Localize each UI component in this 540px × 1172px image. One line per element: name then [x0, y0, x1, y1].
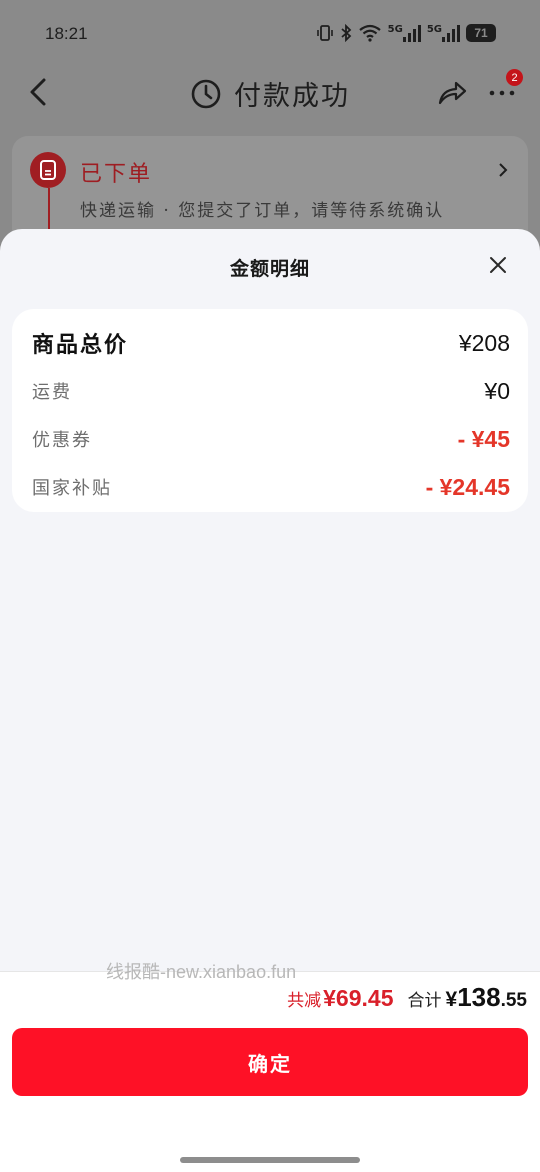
shipping-label: 运费 — [32, 382, 72, 403]
total-integer: 138 — [457, 982, 501, 1012]
notification-badge: 2 — [506, 69, 523, 86]
nav-bar: 付款成功 2 — [0, 66, 540, 120]
coupon-label: 优惠券 — [32, 430, 92, 451]
order-doc-icon — [30, 152, 66, 188]
total-decimal: .55 — [500, 990, 527, 1011]
share-icon[interactable] — [436, 78, 468, 106]
goods-total-label: 商品总价 — [32, 332, 129, 358]
confirm-button[interactable]: 确定 — [12, 1028, 528, 1096]
clock-icon — [191, 79, 221, 108]
total-label: 合计 — [407, 991, 442, 1011]
goods-total-value: ¥208 — [458, 329, 510, 356]
order-status-title: 已下单 — [80, 162, 153, 187]
status-icons: 5G 5G 71 — [316, 24, 496, 42]
subsidy-label: 国家补贴 — [32, 478, 112, 499]
home-indicator[interactable] — [180, 1157, 360, 1163]
amount-detail-card: 商品总价 ¥208 运费 ¥0 优惠券 - ¥45 国家补贴 - ¥24.45 — [12, 309, 528, 512]
subsidy-value: - ¥24.45 — [425, 473, 510, 500]
total-currency: ¥ — [445, 988, 458, 1011]
background-page: 18:21 5G 5G 71 付款成功 2 已下单 快递运输 · 您提交了订单，… — [0, 0, 540, 260]
bluetooth-icon — [341, 24, 351, 42]
page-title-group: 付款成功 — [190, 74, 350, 113]
price-summary: 共减 ¥69.45 合计 ¥ 138 .55 — [287, 982, 527, 1013]
chevron-right-icon — [499, 163, 508, 177]
status-bar: 18:21 5G 5G 71 — [0, 0, 540, 66]
checkout-footer: 线报酷-new.xianbao.fun 共减 ¥69.45 合计 ¥ 138 .… — [0, 962, 540, 1172]
close-icon[interactable] — [488, 255, 508, 275]
back-arrow-icon[interactable] — [26, 74, 50, 110]
discount-value: ¥69.45 — [323, 985, 394, 1011]
page-title: 付款成功 — [234, 81, 350, 112]
watermark-text: 线报酷-new.xianbao.fun — [106, 962, 297, 982]
signal-icon: 5G — [388, 24, 421, 42]
row-coupon: 优惠券 - ¥45 — [32, 419, 510, 459]
coupon-value: - ¥45 — [457, 425, 510, 452]
row-goods-total: 商品总价 ¥208 — [32, 323, 510, 363]
signal-icon-2: 5G — [427, 24, 460, 42]
sheet-title: 金额明细 — [229, 258, 310, 280]
row-subsidy: 国家补贴 - ¥24.45 — [32, 467, 510, 507]
battery-icon: 71 — [466, 24, 496, 42]
order-status-description: 快递运输 · 您提交了订单，请等待系统确认 — [80, 201, 445, 221]
wifi-icon — [358, 24, 381, 42]
vibrate-icon — [316, 25, 333, 41]
row-shipping: 运费 ¥0 — [32, 371, 510, 411]
status-time: 18:21 — [45, 24, 88, 43]
discount-label: 共减 — [287, 991, 322, 1011]
shipping-value: ¥0 — [484, 377, 510, 404]
